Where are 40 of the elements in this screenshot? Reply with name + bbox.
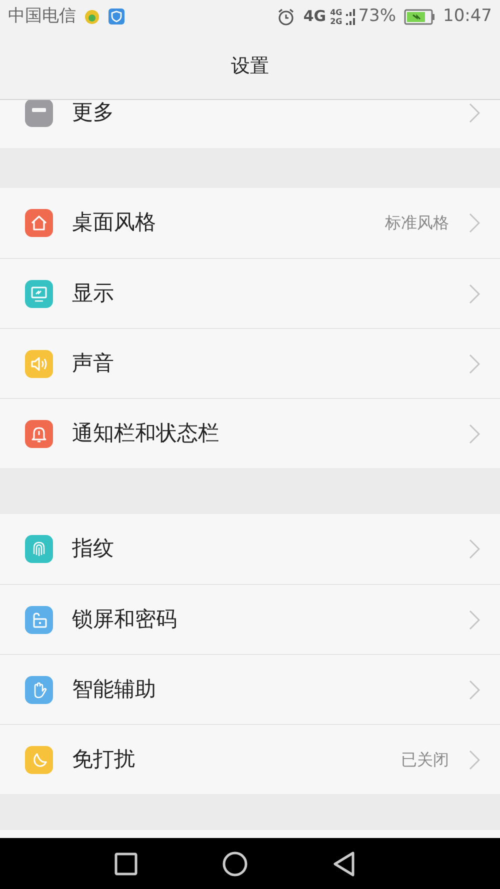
- settings-row[interactable]: 智能辅助: [0, 654, 500, 724]
- row-label: 声音: [72, 350, 115, 377]
- chevron-icon: [469, 354, 480, 374]
- row-value: 已关闭: [401, 748, 449, 770]
- screen-title: 设置: [231, 54, 269, 79]
- row-label: 锁屏和密码: [72, 606, 178, 633]
- row-label: 免打扰: [72, 746, 136, 773]
- chevron-icon: [469, 424, 480, 444]
- network-type: 4G: [330, 8, 342, 16]
- row-value: 标准风格: [385, 212, 449, 234]
- settings-row[interactable]: 指纹: [0, 514, 500, 584]
- alarm-icon: [277, 8, 296, 26]
- settings-row[interactable]: 声音: [0, 328, 500, 398]
- app-notification-icon: [84, 8, 100, 24]
- chevron-icon: [469, 610, 480, 630]
- battery-charging-icon: [404, 8, 435, 24]
- settings-row[interactable]: 更多: [0, 100, 500, 148]
- row-label: 更多: [72, 100, 115, 126]
- row-label: 智能辅助: [72, 676, 157, 703]
- battery-percent: 73%: [358, 4, 396, 28]
- clock-time: 10:47: [443, 4, 492, 28]
- settings-row[interactable]: 显示: [0, 258, 500, 328]
- chevron-icon: [469, 750, 480, 770]
- row-label: 指纹: [72, 535, 115, 562]
- chevron-icon: [469, 103, 480, 123]
- row-label: 通知栏和状态栏: [72, 420, 220, 447]
- settings-row[interactable]: 通知栏和状态栏: [0, 398, 500, 468]
- network-type: 4G: [303, 6, 326, 28]
- settings-row[interactable]: 锁屏和密码: [0, 584, 500, 654]
- chevron-icon: [469, 213, 480, 233]
- settings-row[interactable]: 免打扰 已关闭: [0, 724, 500, 794]
- shield-icon: [108, 8, 125, 25]
- carrier-name: 中国电信: [8, 4, 76, 28]
- row-label: 显示: [72, 280, 115, 307]
- network-type: 2G: [330, 16, 342, 26]
- chevron-icon: [469, 284, 480, 304]
- row-label: 桌面风格: [72, 209, 157, 236]
- chevron-icon: [469, 680, 480, 700]
- chevron-icon: [469, 539, 480, 559]
- settings-row[interactable]: 桌面风格 标准风格: [0, 188, 500, 258]
